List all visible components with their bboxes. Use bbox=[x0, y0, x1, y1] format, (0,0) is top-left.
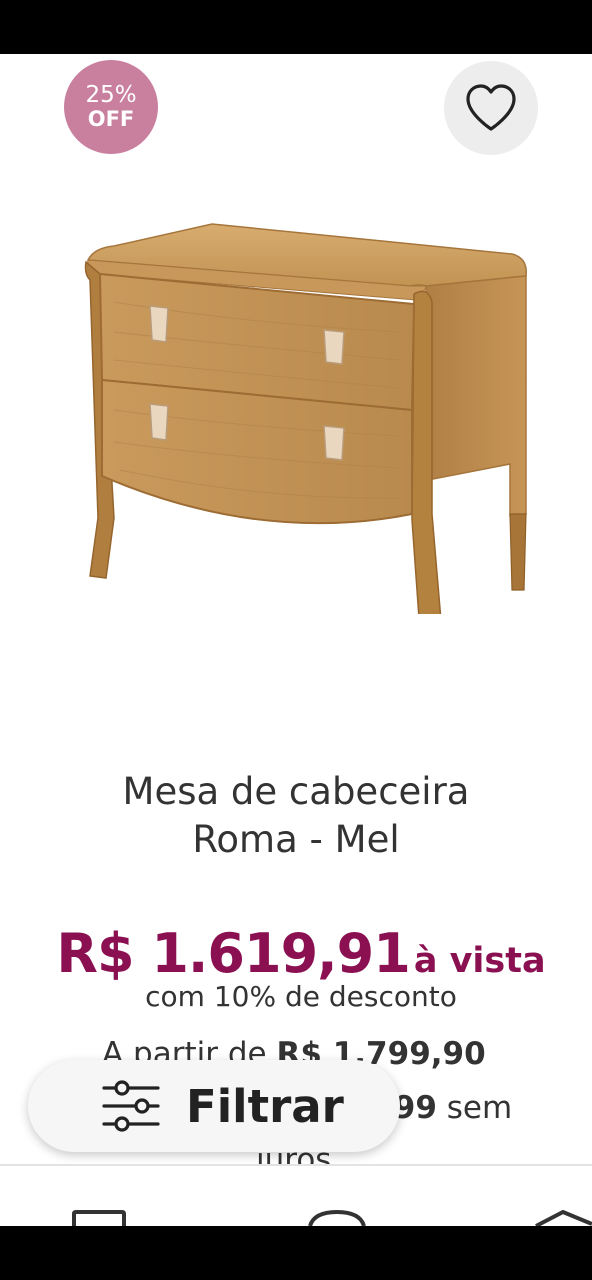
installment-suffix: sem bbox=[446, 1090, 513, 1126]
cash-price: R$ 1.619,91 bbox=[56, 922, 410, 985]
heart-icon bbox=[466, 84, 516, 131]
product-image-nightstand[interactable] bbox=[70, 214, 540, 614]
filter-label: Filtrar bbox=[186, 1079, 344, 1133]
product-title-line2: Roma - Mel bbox=[192, 818, 400, 861]
filter-button[interactable]: Filtrar bbox=[28, 1060, 400, 1152]
discount-badge: 25% OFF bbox=[64, 60, 158, 154]
price-row: R$ 1.619,91 à vista bbox=[0, 922, 592, 985]
discount-off-label: OFF bbox=[87, 107, 135, 132]
product-title[interactable]: Mesa de cabeceira Roma - Mel bbox=[0, 768, 592, 864]
system-nav-bar bbox=[0, 1226, 592, 1280]
store-icon[interactable] bbox=[72, 1210, 126, 1226]
cash-price-suffix: à vista bbox=[413, 941, 546, 981]
product-screen: 25% OFF Mesa de cabeceira Roma - Mel R$ … bbox=[0, 54, 592, 1226]
discount-note: com 10% de desconto bbox=[145, 980, 457, 1013]
favorite-button[interactable] bbox=[444, 61, 538, 155]
search-icon[interactable] bbox=[306, 1210, 368, 1226]
status-bar bbox=[0, 0, 592, 54]
installment-amount: ,99 sem bbox=[382, 1090, 512, 1126]
box-icon[interactable] bbox=[534, 1210, 592, 1226]
bottom-nav bbox=[0, 1166, 592, 1226]
discount-percent: 25% bbox=[85, 82, 137, 109]
product-title-line1: Mesa de cabeceira bbox=[122, 770, 470, 813]
sliders-icon bbox=[102, 1080, 160, 1132]
